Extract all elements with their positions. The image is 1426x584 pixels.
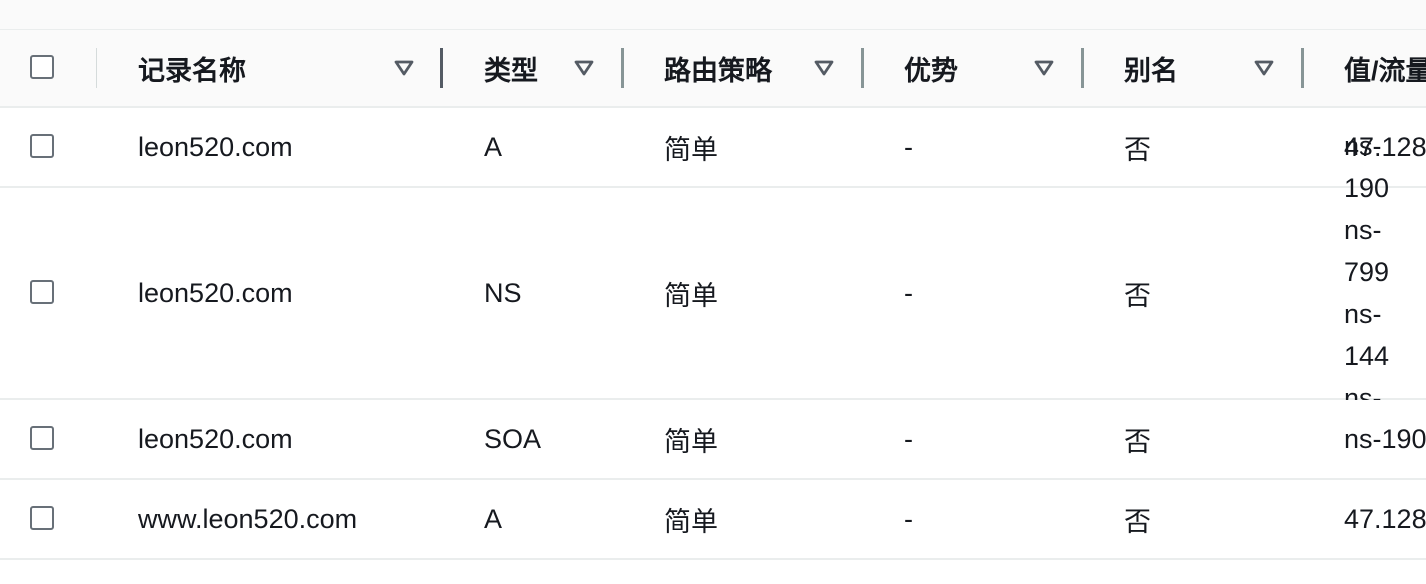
routing-cell: 简单 <box>664 280 718 311</box>
routing-cell: 简单 <box>664 426 718 457</box>
type-cell: A <box>484 131 503 162</box>
column-header-differentiator[interactable]: 优势 <box>904 30 958 106</box>
row-checkbox[interactable] <box>30 280 54 304</box>
column-divider <box>96 48 97 88</box>
sort-caret-down-icon[interactable] <box>814 59 834 77</box>
sort-caret-down-icon[interactable] <box>574 59 594 77</box>
row-checkbox[interactable] <box>30 506 54 530</box>
column-resize-handle[interactable] <box>861 48 864 88</box>
record-name-cell: leon520.com <box>138 131 293 162</box>
differentiator-cell: - <box>904 131 913 162</box>
sort-caret-down-icon[interactable] <box>1254 59 1274 77</box>
table-header: 记录名称 类型 路由策略 优势 别名 值/流量 <box>0 30 1426 108</box>
alias-cell: 否 <box>1124 426 1151 457</box>
routing-cell: 简单 <box>664 506 718 537</box>
sort-caret-down-icon[interactable] <box>394 59 414 77</box>
column-resize-handle[interactable] <box>621 48 624 88</box>
alias-cell: 否 <box>1124 134 1151 165</box>
table-row[interactable]: leon520.com A 简单 - 否 47.128 <box>0 108 1426 188</box>
column-header-alias[interactable]: 别名 <box>1124 30 1178 106</box>
record-name-cell: www.leon520.com <box>138 503 358 534</box>
table-row[interactable]: leon520.com NS 简单 - 否 ns-190 ns-799 ns-1… <box>0 131 1426 455</box>
differentiator-cell: - <box>904 423 913 454</box>
record-name-cell: leon520.com <box>138 277 293 308</box>
value-cell: ns-190 <box>1344 423 1426 454</box>
differentiator-cell: - <box>904 503 913 534</box>
table-row[interactable]: www.leon520.com A 简单 - 否 47.128 <box>0 480 1426 560</box>
table-row[interactable]: leon520.com SOA 简单 - 否 ns-190 <box>0 400 1426 480</box>
column-resize-handle[interactable] <box>1081 48 1084 88</box>
column-header-type[interactable]: 类型 <box>484 30 538 106</box>
records-table: 记录名称 类型 路由策略 优势 别名 值/流量 leon520.com A 简单… <box>0 30 1426 560</box>
sort-caret-down-icon[interactable] <box>1034 59 1054 77</box>
value-cell: ns-190 ns-799 ns-144 ns-214 <box>1344 131 1426 455</box>
differentiator-cell: - <box>904 277 913 308</box>
select-all-checkbox[interactable] <box>30 55 54 79</box>
column-header-value[interactable]: 值/流量 <box>1344 30 1426 106</box>
type-cell: NS <box>484 277 522 308</box>
routing-cell: 简单 <box>664 134 718 165</box>
value-line: ns-799 <box>1344 215 1390 287</box>
value-line: ns-144 <box>1344 299 1390 371</box>
column-header-record-name[interactable]: 记录名称 <box>138 30 246 106</box>
column-header-routing-policy[interactable]: 路由策略 <box>664 30 772 106</box>
type-cell: SOA <box>484 423 542 454</box>
toolbar-band <box>0 0 1426 30</box>
column-resize-handle[interactable] <box>1301 48 1304 88</box>
row-checkbox[interactable] <box>30 134 54 158</box>
record-name-cell: leon520.com <box>138 423 293 454</box>
alias-cell: 否 <box>1124 280 1151 311</box>
value-cell: 47.128 <box>1344 503 1426 534</box>
alias-cell: 否 <box>1124 506 1151 537</box>
row-checkbox[interactable] <box>30 426 54 450</box>
column-resize-handle[interactable] <box>440 48 443 88</box>
type-cell: A <box>484 503 503 534</box>
value-line: ns-190 <box>1344 131 1390 203</box>
